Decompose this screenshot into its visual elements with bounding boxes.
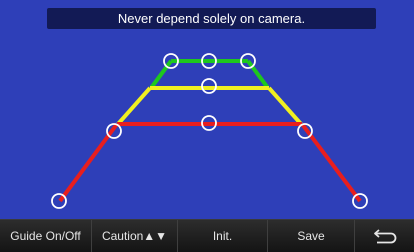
back-button[interactable] <box>355 220 414 252</box>
caution-adjust-button[interactable]: Caution▲▼ <box>92 220 178 252</box>
guide-line-far-right <box>246 59 270 90</box>
parking-guide-lines <box>51 53 368 209</box>
init-button[interactable]: Init. <box>178 220 268 252</box>
bottom-toolbar: Guide On/Off Caution▲▼ Init. Save <box>0 219 414 252</box>
handle-bottom-left[interactable] <box>51 193 67 209</box>
camera-guide-screen: Never depend solely on camera. Guide On/… <box>0 0 414 252</box>
save-button[interactable]: Save <box>268 220 355 252</box>
guide-line-far-left <box>149 59 173 90</box>
return-arrow-icon <box>373 229 396 244</box>
guide-toggle-button[interactable]: Guide On/Off <box>0 220 92 252</box>
guide-line-middle-right <box>267 86 303 126</box>
guide-line-middle-left <box>116 86 152 126</box>
